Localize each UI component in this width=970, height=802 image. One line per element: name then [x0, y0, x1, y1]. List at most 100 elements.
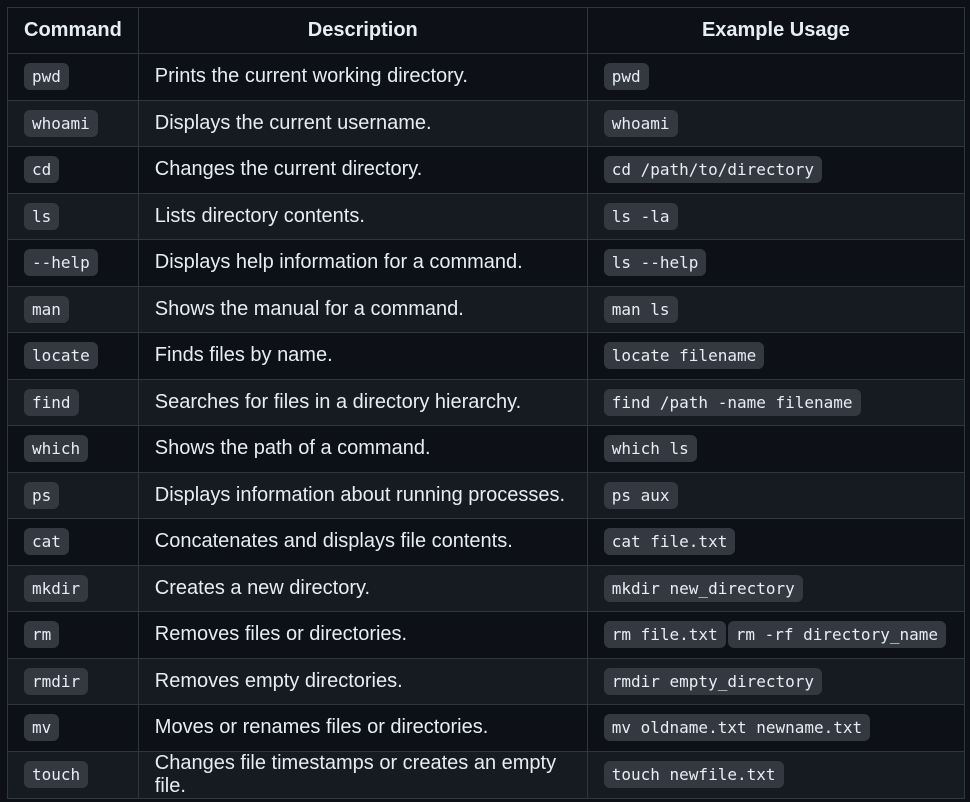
description-cell: Finds files by name. [137, 332, 588, 380]
example-cell: locate filename [586, 332, 966, 380]
example-cell: mv oldname.txt newname.txt [586, 704, 966, 752]
example-cell: mkdir new_directory [586, 564, 966, 612]
command-cell: ps [7, 471, 139, 519]
command-code: ps [24, 481, 60, 509]
command-cell: mv [7, 704, 139, 752]
table-row: rm Removes files or directories. rm file.t… [7, 611, 966, 659]
table-body: pwd Prints the current working directory.… [7, 53, 966, 799]
command-code: rm [24, 621, 60, 649]
example-cell: man ls [586, 285, 966, 333]
command-code: find [24, 388, 79, 416]
example-code: rm file.txt [603, 621, 726, 649]
command-code: mv [24, 714, 60, 742]
command-cell: --help [7, 239, 139, 287]
description-cell: Shows the manual for a command. [137, 285, 588, 333]
example-cell: ls --help [586, 239, 966, 287]
command-cell: find [7, 378, 139, 426]
description-cell: Removes empty directories. [137, 657, 588, 705]
example-code: mv oldname.txt newname.txt [603, 714, 871, 742]
commands-table: Command Description Example Usage pwd Pri… [7, 7, 966, 799]
table-row: touch Changes file timestamps or creates … [7, 750, 966, 799]
example-code: mkdir new_directory [603, 574, 803, 602]
description-cell: Changes file timestamps or creates an em… [137, 750, 588, 799]
command-cell: which [7, 425, 139, 473]
example-cell: cat file.txt [586, 518, 966, 566]
description-cell: Concatenates and displays file contents. [137, 518, 588, 566]
header-command: Command [7, 7, 139, 54]
header-row: Command Description Example Usage [7, 7, 966, 54]
example-code: whoami [603, 109, 678, 137]
header-description: Description [137, 7, 588, 54]
command-cell: ls [7, 192, 139, 240]
command-code: man [24, 295, 69, 323]
example-code: rmdir empty_directory [603, 667, 823, 695]
table-row: ls Lists directory contents. ls -la [7, 192, 966, 240]
example-cell: rm file.txt rm -rf directory_name [586, 611, 966, 659]
example-code: ls -la [603, 202, 678, 230]
description-cell: Moves or renames files or directories. [137, 704, 588, 752]
table-row: find Searches for files in a directory hi… [7, 378, 966, 426]
example-cell: which ls [586, 425, 966, 473]
example-code: rm -rf directory_name [727, 621, 946, 649]
description-cell: Displays help information for a command. [137, 239, 588, 287]
command-cell: whoami [7, 99, 139, 147]
description-cell: Creates a new directory. [137, 564, 588, 612]
example-cell: find /path -name filename [586, 378, 966, 426]
description-cell: Displays information about running proce… [137, 471, 588, 519]
example-cell: ps aux [586, 471, 966, 519]
example-code: man ls [603, 295, 678, 323]
table-row: which Shows the path of a command. which l… [7, 425, 966, 473]
description-cell: Displays the current username. [137, 99, 588, 147]
description-cell: Shows the path of a command. [137, 425, 588, 473]
table-row: locate Finds files by name. locate filenam… [7, 332, 966, 380]
example-code: touch newfile.txt [603, 761, 784, 788]
description-cell: Removes files or directories. [137, 611, 588, 659]
description-cell: Searches for files in a directory hierar… [137, 378, 588, 426]
header-example: Example Usage [586, 7, 966, 54]
command-code: cat [24, 528, 69, 556]
command-code: ls [24, 202, 60, 230]
example-code: locate filename [603, 342, 765, 370]
example-cell: touch newfile.txt [586, 750, 966, 799]
table-row: rmdir Removes empty directories. rmdir emp… [7, 657, 966, 705]
command-code: whoami [24, 109, 98, 137]
table-row: whoami Displays the current username. whoa… [7, 99, 966, 147]
example-cell: whoami [586, 99, 966, 147]
command-code: which [24, 435, 89, 463]
example-code: cat file.txt [603, 528, 736, 556]
command-cell: man [7, 285, 139, 333]
command-code: --help [24, 249, 98, 277]
description-cell: Lists directory contents. [137, 192, 588, 240]
command-code: cd [24, 156, 60, 184]
command-code: rmdir [24, 667, 89, 695]
example-cell: rmdir empty_directory [586, 657, 966, 705]
table-row: pwd Prints the current working directory.… [7, 53, 966, 101]
example-cell: cd /path/to/directory [586, 146, 966, 194]
command-code: locate [24, 342, 98, 370]
table-row: cd Changes the current directory. cd /path… [7, 146, 966, 194]
example-code: which ls [603, 435, 697, 463]
command-cell: rmdir [7, 657, 139, 705]
example-cell: pwd [586, 53, 966, 101]
command-cell: rm [7, 611, 139, 659]
table-row: mv Moves or renames files or directories.… [7, 704, 966, 752]
example-code: pwd [603, 63, 649, 91]
table-row: cat Concatenates and displays file conten… [7, 518, 966, 566]
command-code: mkdir [24, 574, 89, 602]
example-code: ps aux [603, 481, 678, 509]
example-code: ls --help [603, 249, 707, 277]
example-code: cd /path/to/directory [603, 156, 823, 184]
command-cell: cat [7, 518, 139, 566]
table-row: man Shows the manual for a command. man ls [7, 285, 966, 333]
example-cell: ls -la [586, 192, 966, 240]
command-cell: pwd [7, 53, 139, 101]
description-cell: Changes the current directory. [137, 146, 588, 194]
example-code: find /path -name filename [603, 388, 861, 416]
command-code: touch [24, 761, 89, 788]
command-code: pwd [24, 63, 69, 91]
table-row: mkdir Creates a new directory. mkdir new_d… [7, 564, 966, 612]
command-cell: cd [7, 146, 139, 194]
description-cell: Prints the current working directory. [137, 53, 588, 101]
command-cell: locate [7, 332, 139, 380]
table-row: --help Displays help information for a co… [7, 239, 966, 287]
